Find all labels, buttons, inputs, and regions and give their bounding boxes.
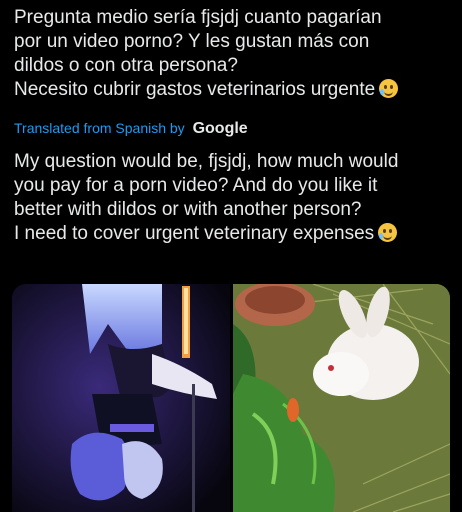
translation-line: My question would be, fjsjdj, how much w… — [14, 151, 399, 172]
tweet-text-line: por un video porno? Y les gustan más con — [14, 31, 370, 52]
cosplay-photo-art — [12, 284, 230, 512]
google-logo: Google — [192, 120, 248, 137]
smiling-face-with-tear-icon — [378, 223, 398, 242]
rabbit-photo[interactable] — [233, 284, 450, 512]
tweet-text-line: dildos o con otra persona? — [14, 55, 238, 76]
cosplay-photo[interactable] — [12, 284, 230, 512]
translation-line: better with dildos or with another perso… — [14, 199, 362, 220]
translated-by-google-link[interactable]: Translated from Spanish by Google — [14, 118, 248, 138]
tweet-text-line: Pregunta medio sería fjsjdj cuanto pagar… — [14, 7, 382, 28]
tweet-text-line: Necesito cubrir gastos veterinarios urge… — [14, 78, 454, 102]
tweet-translated-text: My question would be, fjsjdj, how much w… — [14, 150, 454, 246]
translation-line: I need to cover urgent veterinary expens… — [14, 222, 454, 246]
tweet-original-text: Pregunta medio sería fjsjdj cuanto pagar… — [14, 6, 454, 102]
rabbit-photo-art — [233, 284, 450, 512]
translation-line: you pay for a porn video? And do you lik… — [14, 175, 378, 196]
smiling-face-with-tear-icon — [379, 79, 399, 98]
tweet-media-grid — [12, 284, 450, 512]
translated-from-label: Translated from Spanish by — [14, 120, 185, 136]
